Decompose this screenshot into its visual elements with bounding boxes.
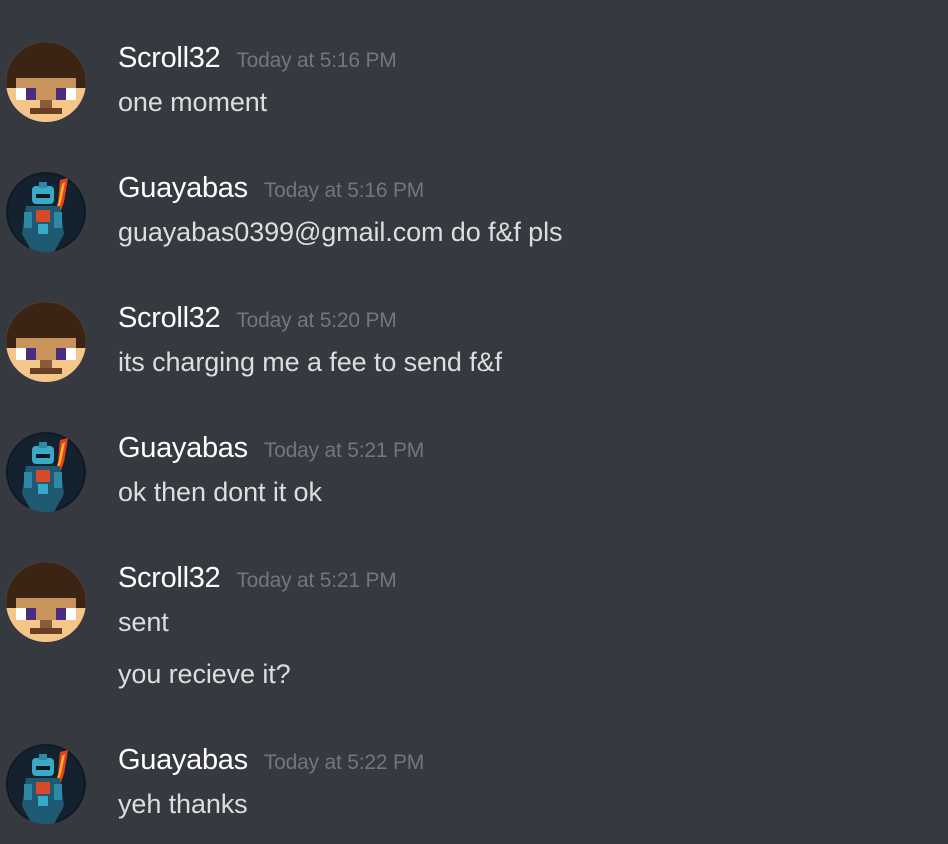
armored-knight-avatar-icon[interactable]	[6, 172, 86, 252]
steve-pixel-avatar-icon[interactable]	[6, 562, 86, 642]
username[interactable]: Scroll32	[118, 562, 221, 595]
message-header: Scroll32 Today at 5:20 PM	[118, 302, 397, 338]
message-text: guayabas0399@gmail.com do f&f pls	[118, 217, 563, 247]
username[interactable]: Guayabas	[118, 744, 248, 777]
message-header: Guayabas Today at 5:16 PM	[118, 172, 424, 208]
armored-knight-avatar-icon[interactable]	[6, 432, 86, 512]
message-header: Guayabas Today at 5:22 PM	[118, 744, 424, 780]
steve-pixel-avatar-icon[interactable]	[6, 302, 86, 382]
message-text: sent	[118, 607, 169, 637]
username[interactable]: Guayabas	[118, 432, 248, 465]
message-text: ok then dont it ok	[118, 477, 322, 507]
steve-pixel-avatar-icon[interactable]	[6, 42, 86, 122]
timestamp: Today at 5:21 PM	[263, 439, 425, 462]
message-text: yeh thanks	[118, 789, 248, 819]
message-header: Scroll32 Today at 5:21 PM	[118, 562, 397, 598]
message-header: Scroll32 Today at 5:16 PM	[118, 42, 397, 78]
timestamp: Today at 5:21 PM	[236, 569, 397, 592]
username[interactable]: Scroll32	[118, 42, 221, 75]
timestamp: Today at 5:16 PM	[236, 49, 397, 72]
timestamp: Today at 5:20 PM	[236, 309, 397, 332]
timestamp: Today at 5:16 PM	[263, 179, 425, 202]
armored-knight-avatar-icon[interactable]	[6, 744, 86, 824]
username[interactable]: Guayabas	[118, 172, 248, 205]
message-header: Guayabas Today at 5:21 PM	[118, 432, 424, 468]
message-text: one moment	[118, 87, 268, 117]
message-text: its charging me a fee to send f&f	[118, 347, 502, 377]
message-text: you recieve it?	[118, 659, 291, 689]
username[interactable]: Scroll32	[118, 302, 221, 335]
timestamp: Today at 5:22 PM	[263, 751, 425, 774]
